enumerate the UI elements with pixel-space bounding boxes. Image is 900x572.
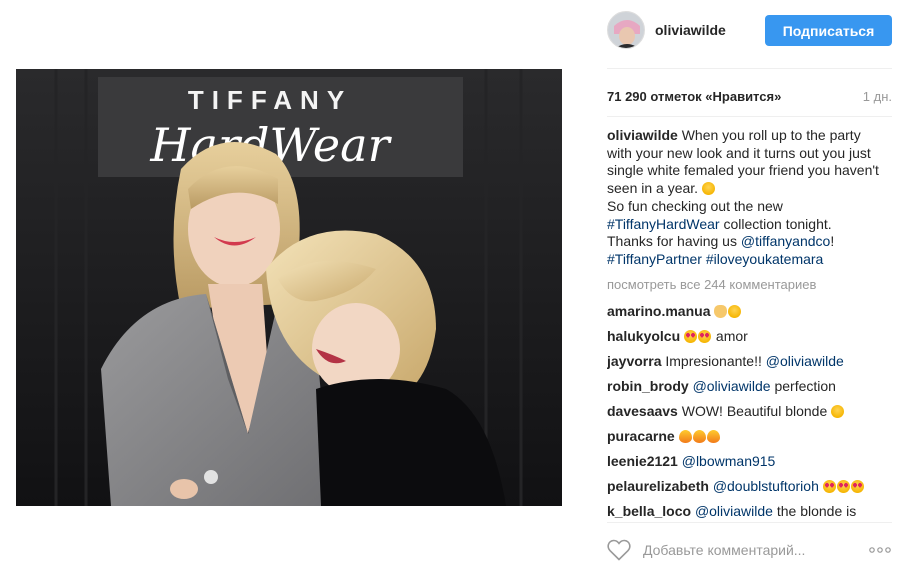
more-options-icon[interactable] <box>868 546 892 554</box>
comment-username[interactable]: halukyolcu <box>607 328 680 344</box>
comment-mention[interactable]: @oliviawilde <box>695 503 773 518</box>
caption-text: So fun checking out the new <box>607 197 783 214</box>
heart-eyes-emoji-icon <box>698 330 712 343</box>
post-header: oliviawilde Подписаться <box>607 11 892 51</box>
heart-eyes-emoji-icon <box>836 480 850 493</box>
caption-username[interactable]: oliviawilde <box>607 127 678 143</box>
avatar[interactable] <box>607 11 645 49</box>
comment-item: puracarne <box>607 426 892 451</box>
comment-username[interactable]: k_bella_loco <box>607 503 691 518</box>
ok-hand-emoji-icon <box>714 305 728 318</box>
comment-text: the blonde is <box>776 503 857 518</box>
post-sidebar: oliviawilde Подписаться 71 290 отметок «… <box>607 0 892 572</box>
comment-text: perfection <box>774 378 836 394</box>
comment-username[interactable]: amarino.manua <box>607 303 710 319</box>
divider <box>607 522 892 523</box>
mention-link[interactable]: @tiffanyandco <box>741 233 830 249</box>
comment-mention[interactable]: @lbowman915 <box>682 453 776 469</box>
hashtag-link[interactable]: #TiffanyPartner <box>607 251 702 267</box>
comment-text: Impresionante!! <box>665 353 762 369</box>
comment-item: jayvorra Impresionante!! @oliviawilde <box>607 351 892 376</box>
comment-username[interactable]: puracarne <box>607 428 675 444</box>
comment-mention[interactable]: @oliviawilde <box>693 378 771 394</box>
comment-text: WOW! Beautiful blonde <box>681 403 828 419</box>
comment-username[interactable]: davesaavs <box>607 403 678 419</box>
hashtag-link[interactable]: #TiffanyHardWear <box>607 216 720 232</box>
comment-text: amor <box>715 328 748 344</box>
likes-count[interactable]: 71 290 отметок «Нравится» <box>607 89 781 104</box>
caption-text: ! <box>830 233 835 250</box>
post-photo[interactable]: TIFFANY HardWear <box>16 69 562 506</box>
comment-item: leenie2121 @lbowman915 <box>607 451 892 476</box>
comment-input[interactable] <box>643 540 853 560</box>
comments-list: amarino.manua halukyolcu amor jayvorra I… <box>607 301 892 518</box>
fire-emoji-icon <box>706 430 720 443</box>
sign-text-tiffany: TIFFANY <box>188 85 352 115</box>
kiss-emoji-icon <box>831 405 845 418</box>
comment-username[interactable]: pelaurelizabeth <box>607 478 709 494</box>
comment-bar <box>607 537 892 563</box>
heart-eyes-emoji-icon <box>822 480 836 493</box>
comment-item: robin_brody @oliviawilde perfection <box>607 376 892 401</box>
heart-eyes-emoji-icon <box>684 330 698 343</box>
comment-username[interactable]: robin_brody <box>607 378 689 394</box>
fire-emoji-icon <box>678 430 692 443</box>
comment-item: pelaurelizabeth @doublstuftorioh <box>607 476 892 501</box>
comment-item: davesaavs WOW! Beautiful blonde <box>607 401 892 426</box>
likes-row: 71 290 отметок «Нравится» 1 дн. <box>607 89 892 107</box>
post-time[interactable]: 1 дн. <box>863 89 892 104</box>
post-photo-illustration: TIFFANY HardWear <box>16 69 562 506</box>
fire-emoji-icon <box>692 430 706 443</box>
follow-button[interactable]: Подписаться <box>765 15 892 46</box>
view-all-comments-link[interactable]: посмотреть все 244 комментариев <box>607 277 816 292</box>
divider <box>607 116 892 117</box>
comment-username[interactable]: jayvorra <box>607 353 661 369</box>
comment-item: k_bella_loco @oliviawilde the blonde is <box>607 501 892 518</box>
smile-emoji-icon <box>728 305 742 318</box>
comment-mention[interactable]: @oliviawilde <box>766 353 844 369</box>
username[interactable]: oliviawilde <box>655 22 726 38</box>
comment-item: halukyolcu amor <box>607 326 892 351</box>
tears-of-joy-emoji-icon <box>701 182 715 196</box>
divider <box>607 68 892 69</box>
avatar-image <box>608 12 644 48</box>
heart-eyes-emoji-icon <box>850 480 864 493</box>
hashtag-link[interactable]: #iloveyoukatemara <box>706 251 824 267</box>
comment-mention[interactable]: @doublstuftorioh <box>713 478 819 494</box>
heart-icon[interactable] <box>607 539 631 561</box>
post-caption: oliviawilde When you roll up to the part… <box>607 127 879 269</box>
comment-item: amarino.manua <box>607 301 892 326</box>
comment-username[interactable]: leenie2121 <box>607 453 678 469</box>
